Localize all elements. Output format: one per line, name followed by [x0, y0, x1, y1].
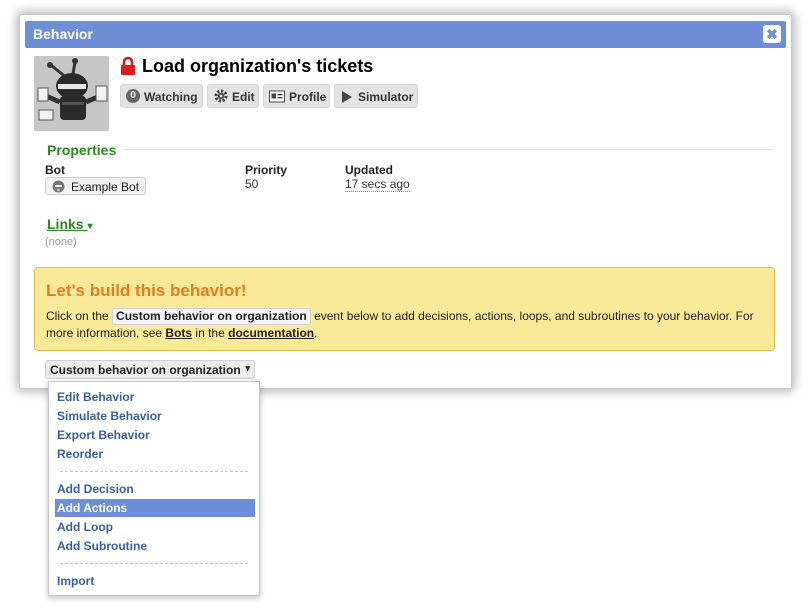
close-button[interactable]: ✖ — [763, 25, 781, 43]
menu-item-import[interactable]: Import — [55, 572, 255, 590]
lock-icon — [120, 56, 136, 76]
bots-link[interactable]: Bots — [165, 326, 192, 340]
event-dropdown-menu: Edit Behavior Simulate Behavior Export B… — [48, 381, 260, 596]
callout-text-before: Click on the — [46, 309, 109, 323]
menu-item-reorder[interactable]: Reorder — [55, 445, 255, 463]
priority-label: Priority — [245, 163, 288, 177]
menu-item-export-behavior[interactable]: Export Behavior — [55, 426, 255, 444]
watch-count-badge: 0 — [126, 89, 140, 103]
dialog-title: Behavior — [33, 26, 93, 42]
menu-item-label: Add Actions — [57, 501, 128, 515]
properties-heading: Properties — [47, 142, 117, 158]
behavior-dialog: Behavior ✖ Load organization's tickets 0… — [19, 14, 792, 389]
menu-divider — [60, 563, 248, 564]
edit-label: Edit — [232, 90, 255, 104]
menu-item-add-loop[interactable]: Add Loop — [55, 518, 255, 536]
close-icon: ✖ — [766, 26, 778, 42]
menu-item-add-actions[interactable]: Add Actions — [55, 499, 255, 517]
watching-button[interactable]: 0 Watching — [120, 84, 203, 108]
documentation-link[interactable]: documentation — [228, 326, 314, 340]
callout-text: Click on the Custom behavior on organiza… — [46, 308, 766, 342]
profile-label: Profile — [289, 90, 327, 104]
event-dropdown-label: Custom behavior on organization — [50, 363, 241, 377]
bot-label: Bot — [45, 163, 65, 177]
gear-icon — [213, 88, 229, 107]
updated-value: 17 secs ago — [345, 177, 410, 192]
chevron-down-icon: ▾ — [87, 221, 93, 232]
menu-item-add-decision[interactable]: Add Decision — [55, 480, 255, 498]
simulator-button[interactable]: Simulator — [334, 84, 418, 108]
play-icon — [342, 91, 352, 106]
bot-name: Example Bot — [71, 180, 140, 194]
properties-divider — [123, 149, 773, 150]
menu-item-edit-behavior[interactable]: Edit Behavior — [55, 388, 255, 406]
menu-item-label: Export Behavior — [57, 428, 150, 442]
callout-text-end: . — [314, 326, 318, 340]
behavior-title: Load organization's tickets — [142, 56, 374, 76]
menu-item-label: Add Loop — [57, 520, 113, 534]
watching-label: Watching — [144, 90, 198, 104]
profile-button[interactable]: Profile — [263, 84, 330, 108]
menu-divider — [60, 471, 248, 472]
links-heading: Links — [47, 216, 84, 232]
edit-button[interactable]: Edit — [207, 84, 259, 108]
menu-item-label: Add Subroutine — [57, 539, 147, 553]
links-empty: (none) — [45, 236, 77, 248]
menu-item-label: Edit Behavior — [57, 390, 135, 404]
menu-item-add-subroutine[interactable]: Add Subroutine — [55, 537, 255, 555]
callout-text-in: in the — [195, 326, 225, 340]
updated-label: Updated — [345, 163, 393, 177]
chevron-down-icon: ▾ — [245, 363, 250, 373]
simulator-label: Simulator — [358, 90, 414, 104]
links-toggle[interactable]: Links ▾ — [47, 216, 93, 232]
menu-item-label: Import — [57, 574, 95, 588]
build-callout: Let's build this behavior! Click on the … — [34, 267, 775, 351]
priority-value: 50 — [245, 177, 259, 191]
robot-icon — [34, 56, 109, 131]
menu-item-label: Add Decision — [57, 482, 134, 496]
menu-item-label: Reorder — [57, 447, 104, 461]
callout-title: Let's build this behavior! — [46, 281, 247, 300]
event-chip: Custom behavior on organization — [112, 308, 311, 325]
bot-avatar-icon — [52, 180, 65, 196]
dialog-titlebar: Behavior ✖ — [25, 21, 786, 48]
event-dropdown-button[interactable]: Custom behavior on organization ▾ — [45, 360, 255, 379]
menu-item-label: Simulate Behavior — [57, 409, 162, 423]
id-card-icon — [269, 90, 285, 106]
behavior-avatar — [34, 56, 109, 131]
bot-link[interactable]: Example Bot — [45, 177, 146, 195]
menu-item-simulate-behavior[interactable]: Simulate Behavior — [55, 407, 255, 425]
